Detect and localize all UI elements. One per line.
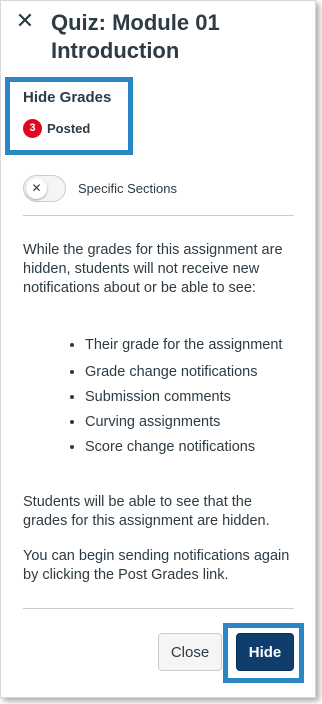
list-item: Score change notifications (85, 438, 302, 457)
posted-label: Posted (47, 121, 91, 136)
resume-notifications-paragraph: You can begin sending notifications agai… (23, 548, 290, 583)
divider-top (23, 215, 294, 216)
close-button[interactable]: Close (158, 633, 222, 671)
hidden-items-list: Their grade for the assignment Grade cha… (67, 333, 302, 463)
specific-sections-toggle[interactable]: ✕ (23, 175, 66, 202)
close-icon[interactable]: ✕ (14, 10, 36, 32)
intro-paragraph: While the grades for this assignment are… (23, 242, 283, 296)
hide-grades-tray: ✕ Quiz: Module 01 Introduction Hide Grad… (0, 0, 316, 698)
divider-bottom (23, 608, 294, 609)
posted-count-badge: 3 (23, 119, 42, 138)
hide-grades-heading: Hide Grades (23, 89, 112, 106)
specific-sections-label: Specific Sections (78, 181, 177, 196)
toggle-off-x-icon: ✕ (26, 178, 47, 199)
specific-sections-row: ✕ Specific Sections (23, 175, 177, 202)
students-info-paragraph: Students will be able to see that the gr… (23, 494, 270, 529)
list-item: Curving assignments (85, 413, 302, 432)
list-item: Their grade for the assignment (85, 333, 302, 357)
posted-status: 3 Posted (23, 119, 90, 138)
hide-button[interactable]: Hide (236, 633, 294, 671)
list-item: Submission comments (85, 388, 302, 407)
list-item: Grade change notifications (85, 363, 302, 382)
tray-title: Quiz: Module 01 Introduction (51, 10, 220, 63)
